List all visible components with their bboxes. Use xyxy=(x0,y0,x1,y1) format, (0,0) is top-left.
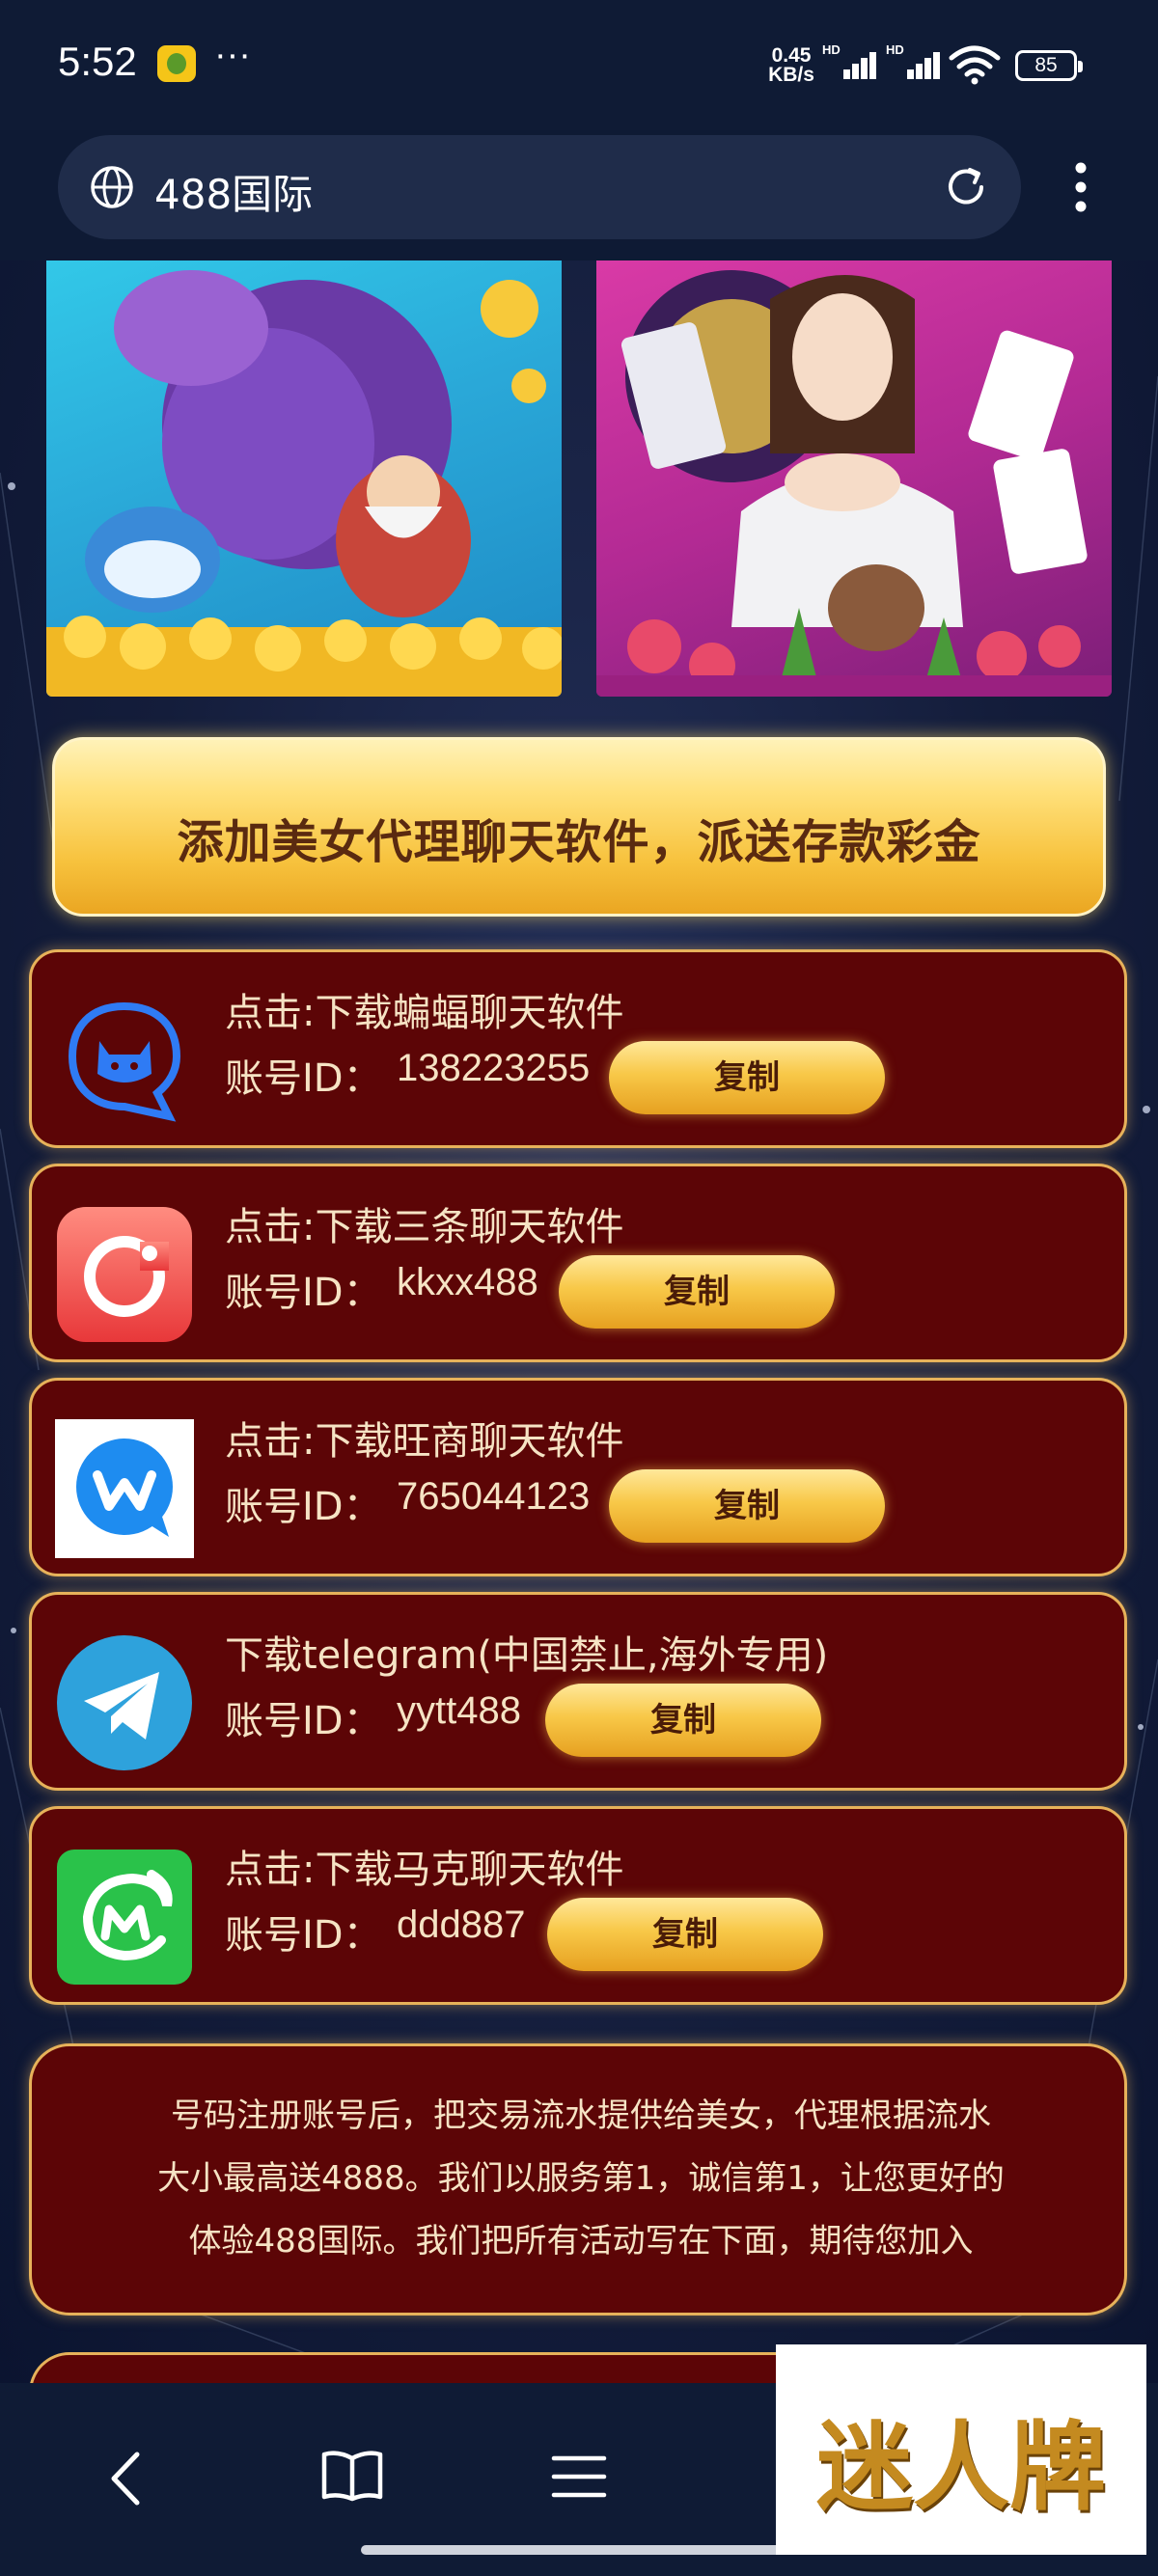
home-indicator[interactable] xyxy=(361,2545,797,2555)
signal-2-hd-label: HD xyxy=(886,42,904,57)
cta-label: 添加美女代理聊天软件，派送存款彩金 xyxy=(177,815,981,869)
signal-1-icon: HD xyxy=(822,42,880,83)
more-menu-icon[interactable] xyxy=(1060,154,1102,220)
menu-icon[interactable] xyxy=(550,2451,608,2503)
address-bar[interactable]: 488国际 xyxy=(58,135,1021,239)
signal-1-hd-label: HD xyxy=(822,42,841,57)
promotion-info-line: 大小最高送4888。我们以服务第1，诚信第1，让您更好的 xyxy=(157,2159,1005,2198)
card-title[interactable]: 下载telegram(中国禁止,海外专用) xyxy=(225,1624,828,1680)
banner-casino-art xyxy=(596,270,1112,697)
signal-2-icon: HD xyxy=(886,42,944,83)
more-notifications-icon: ··· xyxy=(214,35,251,75)
copy-button[interactable]: 复制 xyxy=(547,1898,823,1971)
account-id-label: 账号ID： xyxy=(225,1913,382,1958)
chat-app-card-telegram[interactable]: 下载telegram(中国禁止,海外专用) 账号ID： yytt488 复制 xyxy=(29,1592,1127,1791)
address-text[interactable]: 488国际 xyxy=(154,162,313,221)
promotion-info-box: 号码注册账号后，把交易流水提供给美女，代理根据流水 大小最高送4888。我们以服… xyxy=(29,2043,1127,2316)
notification-app-icon xyxy=(157,45,196,82)
battery-indicator: 85 xyxy=(1015,50,1083,81)
telegram-icon xyxy=(57,1635,192,1770)
copy-button[interactable]: 复制 xyxy=(609,1041,885,1114)
account-id-value: ddd887 xyxy=(397,1904,526,1946)
chat-app-card-santiao[interactable]: 点击:下载三条聊天软件 账号ID： kkxx488 复制 xyxy=(29,1164,1127,1362)
network-speed-unit: KB/s xyxy=(768,64,814,86)
wangshang-chat-icon xyxy=(55,1419,194,1558)
card-title[interactable]: 点击:下载蝙蝠聊天软件 xyxy=(225,981,623,1037)
back-icon[interactable] xyxy=(104,2447,147,2510)
account-id-value: kkxx488 xyxy=(397,1261,538,1303)
banner-casino[interactable] xyxy=(596,260,1112,697)
banner-fishing-game[interactable] xyxy=(46,260,562,697)
card-title[interactable]: 点击:下载马克聊天软件 xyxy=(225,1838,623,1894)
account-id-label: 账号ID： xyxy=(225,1271,382,1315)
promotion-info-line: 号码注册账号后，把交易流水提供给美女，代理根据流水 xyxy=(171,2096,991,2135)
reload-icon[interactable] xyxy=(941,162,991,212)
account-id-value: yytt488 xyxy=(397,1689,521,1732)
account-id-label: 账号ID： xyxy=(225,1699,382,1743)
status-bar: 5:52 ··· 0.45 KB/s HD HD 85 xyxy=(0,0,1158,130)
bat-chat-icon xyxy=(55,991,194,1130)
web-page-content: 添加美女代理聊天软件，派送存款彩金 点击:下载蝙蝠聊天软件 账号ID： 1382… xyxy=(0,260,1158,2383)
account-id-value: 138223255 xyxy=(397,1047,591,1089)
wifi-icon xyxy=(949,45,1001,85)
banner-fishing-game-art xyxy=(46,270,562,697)
copy-button[interactable]: 复制 xyxy=(609,1469,885,1543)
network-speed-value: 0.45 xyxy=(771,44,812,67)
status-time: 5:52 xyxy=(58,39,137,84)
promotion-info-text: 号码注册账号后，把交易流水提供给美女，代理根据流水 大小最高送4888。我们以服… xyxy=(70,2085,1091,2273)
copy-button[interactable]: 复制 xyxy=(559,1255,835,1329)
network-speed: 0.45 KB/s xyxy=(762,44,820,86)
globe-icon xyxy=(91,166,133,208)
chat-app-card-make[interactable]: 点击:下载马克聊天软件 账号ID： ddd887 复制 xyxy=(29,1806,1127,2005)
bookmarks-icon[interactable] xyxy=(318,2447,386,2505)
copy-button[interactable]: 复制 xyxy=(545,1684,821,1757)
account-id-label: 账号ID： xyxy=(225,1056,382,1101)
account-id-value: 765044123 xyxy=(397,1475,591,1518)
chat-app-card-wangshang[interactable]: 点击:下载旺商聊天软件 账号ID： 765044123 复制 xyxy=(29,1378,1127,1576)
santiao-chat-icon xyxy=(57,1207,192,1342)
account-id-label: 账号ID： xyxy=(225,1485,382,1529)
chat-app-card-bat[interactable]: 点击:下载蝙蝠聊天软件 账号ID： 138223255 复制 xyxy=(29,949,1127,1148)
watermark-text: 迷人牌 xyxy=(816,2410,1106,2524)
promotion-info-line: 体验488国际。我们把所有活动写在下面，期待您加入 xyxy=(188,2222,974,2261)
card-title[interactable]: 点击:下载三条聊天软件 xyxy=(225,1195,623,1251)
watermark: 迷人牌 xyxy=(776,2344,1146,2555)
add-agent-cta-button[interactable]: 添加美女代理聊天软件，派送存款彩金 xyxy=(52,737,1106,917)
card-title[interactable]: 点击:下载旺商聊天软件 xyxy=(225,1410,623,1466)
make-chat-icon xyxy=(57,1850,192,1985)
